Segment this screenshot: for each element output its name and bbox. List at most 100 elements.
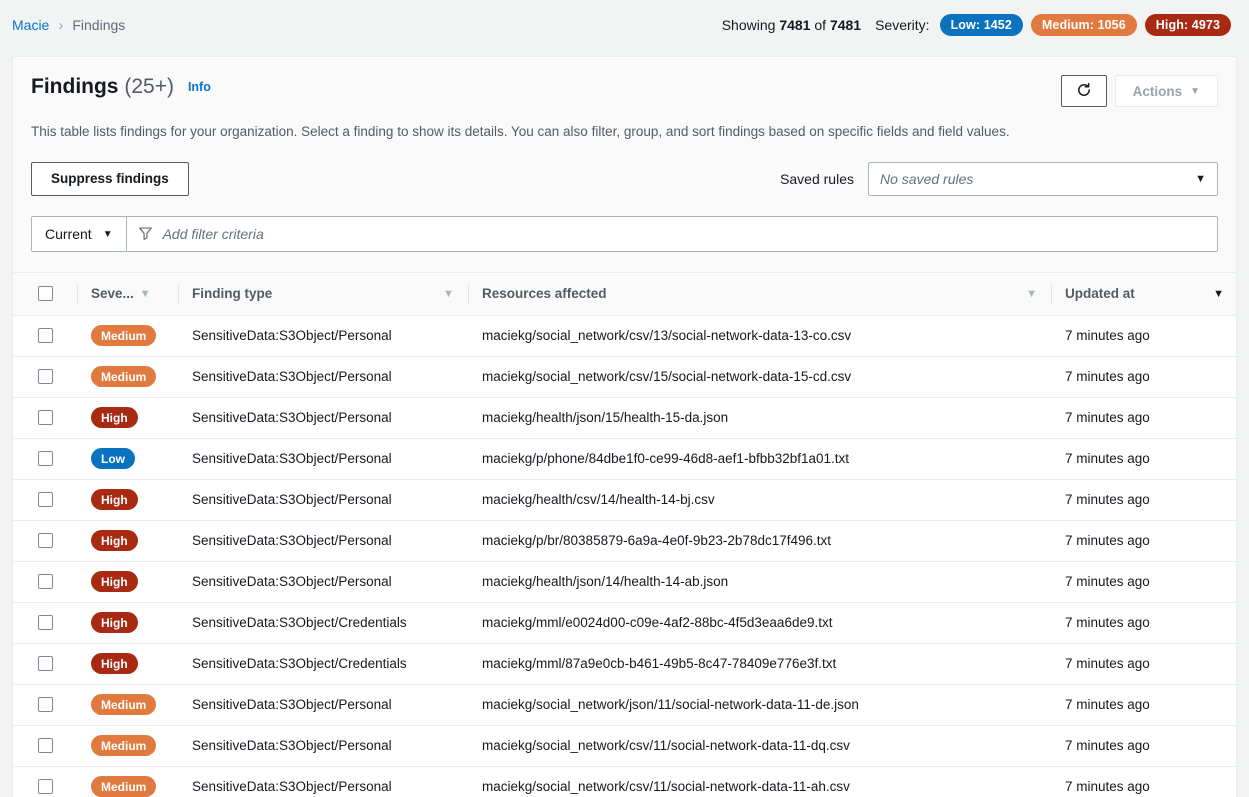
row-checkbox[interactable] [38, 738, 53, 753]
column-header-finding-type-label: Finding type [192, 286, 272, 301]
finding-type-cell: SensitiveData:S3Object/Personal [178, 725, 468, 766]
updated-at-cell: 7 minutes ago [1051, 725, 1237, 766]
severity-cell: Medium [77, 725, 178, 766]
select-all-checkbox[interactable] [38, 286, 53, 301]
row-checkbox[interactable] [38, 574, 53, 589]
findings-panel: Findings (25+) Info Actions [12, 56, 1237, 797]
panel-description: This table lists findings for your organ… [31, 122, 1218, 142]
sort-arrow-icon[interactable]: ▼ [443, 288, 454, 300]
row-checkbox[interactable] [38, 656, 53, 671]
filter-scope-select[interactable]: Current ▼ [32, 217, 127, 251]
table-row[interactable]: HighSensitiveData:S3Object/Personalmacie… [13, 561, 1237, 602]
total-count: 7481 [830, 17, 861, 33]
row-checkbox[interactable] [38, 615, 53, 630]
row-checkbox[interactable] [38, 697, 53, 712]
filter-bar: Current ▼ Add filter criteria [31, 216, 1218, 252]
severity-cell: High [77, 561, 178, 602]
finding-type-cell: SensitiveData:S3Object/Credentials [178, 643, 468, 684]
resource-cell: maciekg/p/phone/84dbe1f0-ce99-46d8-aef1-… [468, 438, 1051, 479]
severity-cell: High [77, 602, 178, 643]
updated-at-cell: 7 minutes ago [1051, 520, 1237, 561]
sort-arrow-icon[interactable]: ▼ [1026, 288, 1037, 300]
updated-at-cell: 7 minutes ago [1051, 356, 1237, 397]
table-row[interactable]: Low SensitiveData:S3Object/Personalmaciek… [13, 438, 1237, 479]
column-header-severity-label: Seve... [91, 286, 134, 301]
table-row[interactable]: HighSensitiveData:S3Object/Personalmacie… [13, 397, 1237, 438]
row-checkbox[interactable] [38, 451, 53, 466]
severity-badge: High [91, 489, 138, 510]
saved-rules-label: Saved rules [780, 171, 854, 187]
resource-cell: maciekg/social_network/csv/11/social-net… [468, 766, 1051, 797]
table-row[interactable]: MediumSensitiveData:S3Object/Personalmac… [13, 315, 1237, 356]
row-checkbox[interactable] [38, 533, 53, 548]
finding-type-cell: SensitiveData:S3Object/Personal [178, 438, 468, 479]
refresh-button[interactable] [1061, 75, 1107, 107]
breadcrumb-separator-icon: › [58, 18, 63, 33]
finding-type-cell: SensitiveData:S3Object/Credentials [178, 602, 468, 643]
column-header-resources-affected[interactable]: Resources affected ▼ [468, 272, 1051, 315]
updated-at-cell: 7 minutes ago [1051, 766, 1237, 797]
column-header-severity[interactable]: Seve... ▼ [77, 272, 178, 315]
row-checkbox[interactable] [38, 492, 53, 507]
table-row[interactable]: HighSensitiveData:S3Object/Credentialsma… [13, 602, 1237, 643]
column-header-updated-at[interactable]: Updated at ▼ [1051, 272, 1237, 315]
updated-at-cell: 7 minutes ago [1051, 315, 1237, 356]
updated-at-cell: 7 minutes ago [1051, 397, 1237, 438]
filter-scope-label: Current [45, 226, 92, 242]
severity-badge: Medium [91, 735, 156, 756]
row-checkbox[interactable] [38, 779, 53, 794]
chevron-down-icon: ▼ [1190, 87, 1200, 97]
panel-actions: Actions ▼ [1061, 75, 1218, 107]
updated-at-cell: 7 minutes ago [1051, 602, 1237, 643]
table-row[interactable]: HighSensitiveData:S3Object/Credentialsma… [13, 643, 1237, 684]
row-select-cell [13, 766, 77, 797]
finding-type-cell: SensitiveData:S3Object/Personal [178, 356, 468, 397]
finding-type-cell: SensitiveData:S3Object/Personal [178, 766, 468, 797]
severity-badge: Medium [91, 325, 156, 346]
severity-cell: Low [77, 438, 178, 479]
saved-rules-select[interactable]: No saved rules ▼ [868, 162, 1218, 196]
filter-input[interactable]: Add filter criteria [127, 217, 1217, 251]
table-row[interactable]: MediumSensitiveData:S3Object/Personalmac… [13, 766, 1237, 797]
resource-cell: maciekg/health/json/14/health-14-ab.json [468, 561, 1051, 602]
resource-cell: maciekg/social_network/csv/15/social-net… [468, 356, 1051, 397]
severity-badge: Low [91, 448, 135, 469]
severity-badge-high[interactable]: High: 4973 [1145, 14, 1231, 36]
column-header-updated-at-label: Updated at [1065, 286, 1135, 301]
actions-button[interactable]: Actions ▼ [1115, 75, 1218, 107]
severity-cell: High [77, 643, 178, 684]
finding-type-cell: SensitiveData:S3Object/Personal [178, 684, 468, 725]
resource-cell: maciekg/p/br/80385879-6a9a-4e0f-9b23-2b7… [468, 520, 1051, 561]
column-header-finding-type[interactable]: Finding type ▼ [178, 272, 468, 315]
severity-badge-low[interactable]: Low: 1452 [940, 14, 1023, 36]
info-link[interactable]: Info [188, 80, 211, 94]
table-row[interactable]: MediumSensitiveData:S3Object/Personalmac… [13, 725, 1237, 766]
row-checkbox[interactable] [38, 328, 53, 343]
sort-arrow-icon[interactable]: ▼ [140, 288, 151, 300]
severity-badge-medium[interactable]: Medium: 1056 [1031, 14, 1137, 36]
severity-cell: Medium [77, 315, 178, 356]
table-row[interactable]: MediumSensitiveData:S3Object/Personalmac… [13, 356, 1237, 397]
resource-cell: maciekg/social_network/csv/13/social-net… [468, 315, 1051, 356]
row-select-cell [13, 561, 77, 602]
shown-count: 7481 [779, 17, 810, 33]
row-select-cell [13, 520, 77, 561]
page-title-text: Findings [31, 75, 119, 98]
sort-arrow-icon[interactable]: ▼ [1213, 288, 1224, 300]
severity-badge: High [91, 571, 138, 592]
updated-at-cell: 7 minutes ago [1051, 561, 1237, 602]
table-row[interactable]: HighSensitiveData:S3Object/Personalmacie… [13, 479, 1237, 520]
table-row[interactable]: HighSensitiveData:S3Object/Personalmacie… [13, 520, 1237, 561]
table-row[interactable]: MediumSensitiveData:S3Object/Personalmac… [13, 684, 1237, 725]
of-label: of [814, 17, 826, 33]
chevron-down-icon: ▼ [1195, 174, 1206, 185]
breadcrumb-link-macie[interactable]: Macie [12, 17, 49, 33]
row-checkbox[interactable] [38, 369, 53, 384]
row-checkbox[interactable] [38, 410, 53, 425]
row-select-cell [13, 643, 77, 684]
updated-at-cell: 7 minutes ago [1051, 438, 1237, 479]
suppress-findings-button[interactable]: Suppress findings [31, 162, 189, 196]
severity-cell: High [77, 397, 178, 438]
resource-cell: maciekg/social_network/json/11/social-ne… [468, 684, 1051, 725]
severity-badge: High [91, 530, 138, 551]
